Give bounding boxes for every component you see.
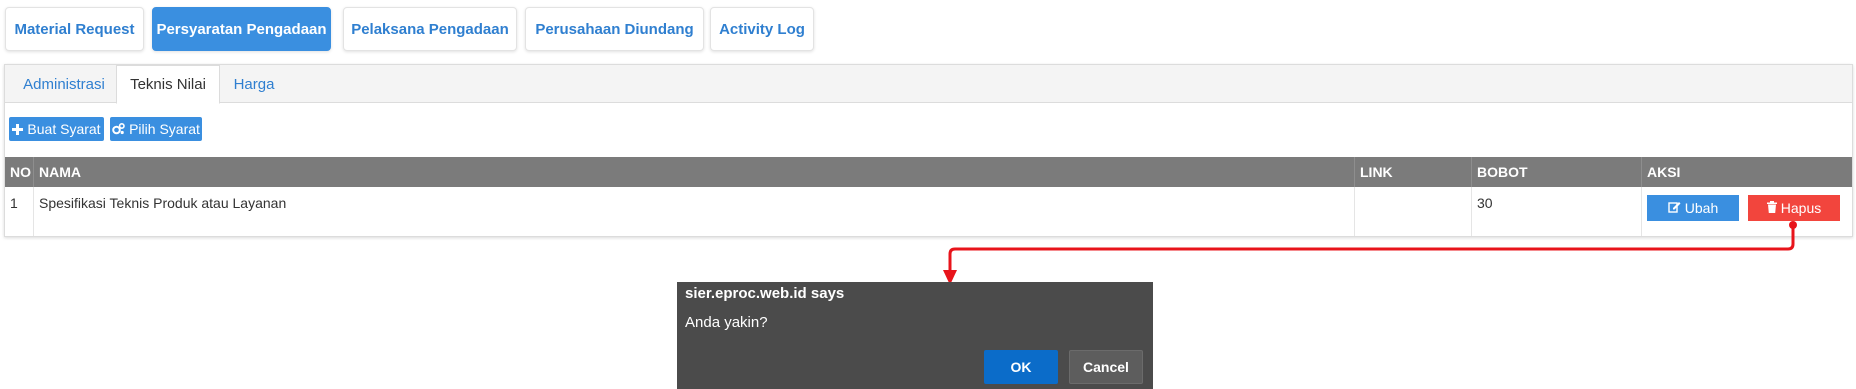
cogs-icon: [112, 123, 125, 135]
pilih-syarat-button[interactable]: Pilih Syarat: [110, 117, 202, 141]
dialog-title: sier.eproc.web.id says: [685, 285, 845, 302]
tab-persyaratan-pengadaan[interactable]: Persyaratan Pengadaan: [152, 7, 331, 51]
buat-syarat-button[interactable]: Buat Syarat: [9, 117, 104, 141]
cell-bobot: 30: [1472, 187, 1642, 236]
edit-icon: [1668, 200, 1681, 216]
tab-pelaksana-pengadaan[interactable]: Pelaksana Pengadaan: [343, 7, 517, 51]
sub-tab-bar: Administrasi Teknis Nilai Harga: [5, 65, 1852, 104]
ubah-button[interactable]: Ubah: [1647, 195, 1739, 221]
table-row: 1 Spesifikasi Teknis Produk atau Layanan…: [5, 187, 1852, 237]
header-bobot: BOBOT: [1472, 157, 1642, 187]
header-aksi: AKSI: [1647, 164, 1681, 180]
tab-activity-log[interactable]: Activity Log: [710, 7, 814, 51]
buat-syarat-label: Buat Syarat: [27, 121, 101, 137]
pilih-syarat-label: Pilih Syarat: [129, 121, 200, 137]
sub-tab-teknis-nilai[interactable]: Teknis Nilai: [116, 65, 220, 104]
sub-tab-administrasi[interactable]: Administrasi: [9, 65, 119, 103]
tab-perusahaan-diundang[interactable]: Perusahaan Diundang: [525, 7, 704, 51]
hapus-button[interactable]: Hapus: [1748, 195, 1840, 221]
ok-button[interactable]: OK: [984, 350, 1058, 384]
tab-material-request[interactable]: Material Request: [5, 7, 144, 51]
confirm-dialog: sier.eproc.web.id says Anda yakin? OK Ca…: [677, 282, 1153, 389]
requirements-panel: Administrasi Teknis Nilai Harga Buat Sya…: [4, 64, 1853, 237]
cell-link: [1355, 187, 1472, 236]
table-header: NO NAMA LINK BOBOT AKSI: [5, 157, 1852, 187]
header-nama: NAMA: [34, 157, 1355, 187]
cell-aksi: Ubah Hapus: [1642, 187, 1852, 236]
cancel-button[interactable]: Cancel: [1069, 350, 1143, 384]
cell-nama: Spesifikasi Teknis Produk atau Layanan: [34, 187, 1355, 236]
plus-icon: [12, 123, 24, 135]
hapus-label: Hapus: [1780, 200, 1822, 216]
header-no: NO: [5, 157, 34, 187]
header-link: LINK: [1355, 157, 1472, 187]
cell-no: 1: [5, 187, 34, 236]
dialog-message: Anda yakin?: [685, 314, 768, 331]
sub-tab-harga[interactable]: Harga: [221, 65, 287, 103]
trash-icon: [1766, 200, 1777, 216]
ubah-label: Ubah: [1684, 200, 1719, 216]
